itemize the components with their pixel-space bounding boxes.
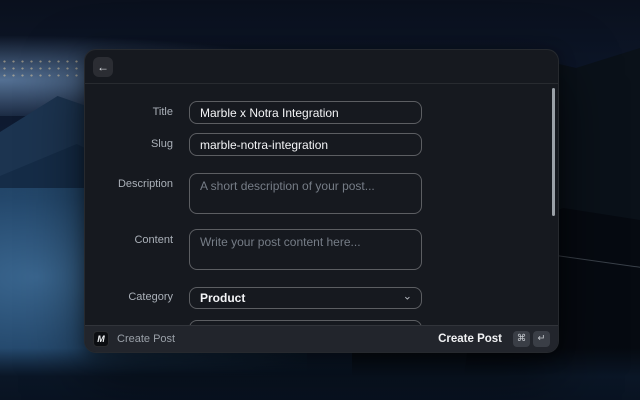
marble-logo-icon: M (93, 331, 109, 347)
window-header: ← (85, 50, 558, 84)
create-post-window: ← Title Slug Description Content Categor… (84, 49, 559, 353)
slug-input[interactable] (189, 133, 422, 156)
back-button[interactable]: ← (93, 57, 113, 77)
scrollbar[interactable] (552, 88, 555, 216)
title-input[interactable] (189, 101, 422, 124)
form-row-content: Content (85, 229, 558, 270)
description-textarea[interactable] (189, 173, 422, 214)
form-row-description: Description (85, 173, 558, 214)
return-key-icon[interactable]: ↵ (533, 331, 550, 347)
content-textarea[interactable] (189, 229, 422, 270)
slug-label: Slug (85, 133, 189, 156)
wallpaper-shore (0, 348, 640, 400)
category-select[interactable]: Product ⌄ (189, 287, 422, 309)
form-area: Title Slug Description Content Category … (85, 85, 558, 325)
title-label: Title (85, 101, 189, 124)
description-label: Description (85, 173, 189, 214)
form-row-title: Title (85, 101, 558, 124)
category-label: Category (85, 286, 189, 309)
window-footer: M Create Post Create Post ⌘ ↵ (85, 325, 558, 352)
content-label: Content (85, 229, 189, 270)
form-row-slug: Slug (85, 133, 558, 156)
command-name: Create Post (117, 333, 175, 345)
category-selected-value: Product (200, 291, 245, 305)
form-row-category: Category Product ⌄ (85, 286, 558, 309)
command-key-icon[interactable]: ⌘ (513, 331, 530, 347)
create-post-action-button[interactable]: Create Post (438, 333, 502, 345)
chevron-down-icon: ⌄ (403, 291, 412, 302)
